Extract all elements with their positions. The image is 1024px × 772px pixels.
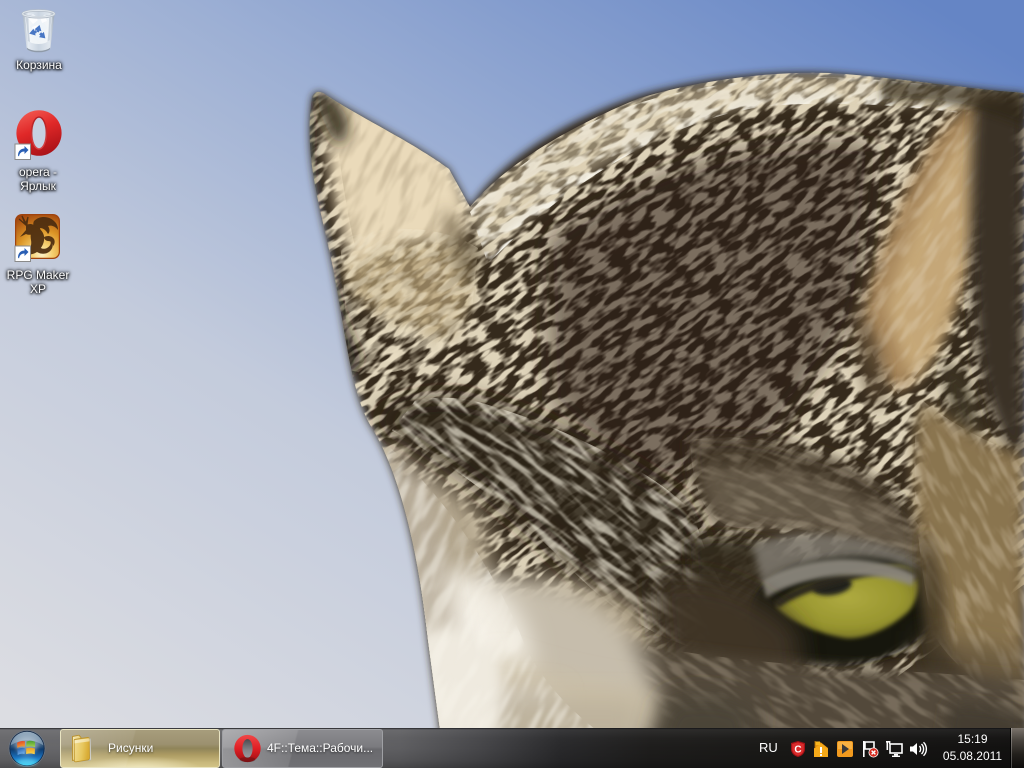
svg-text:C: C: [794, 745, 801, 756]
